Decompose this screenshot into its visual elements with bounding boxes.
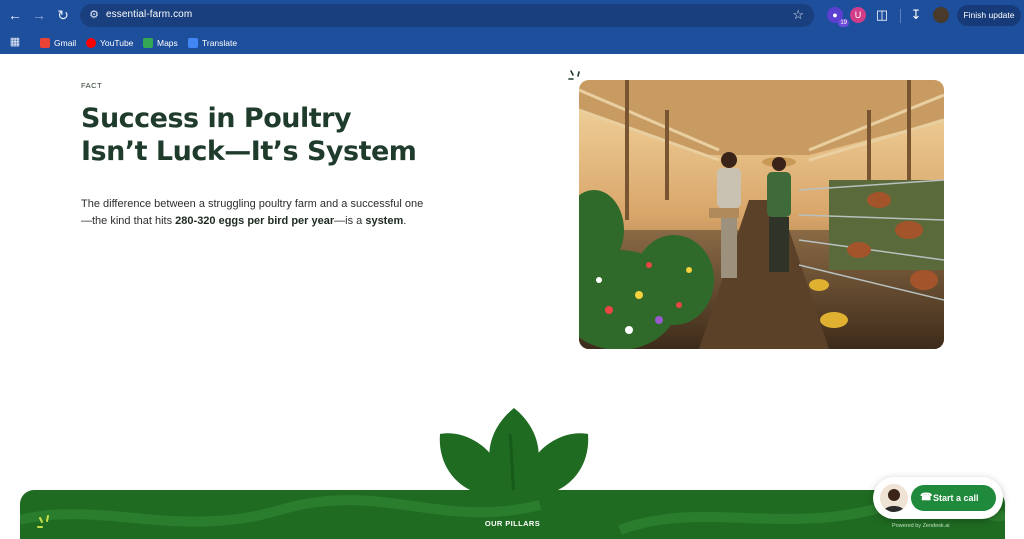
extension-badge: 19 — [838, 19, 849, 27]
gmail-icon — [40, 38, 50, 48]
band-pattern — [20, 494, 1005, 535]
paragraph-text: . — [403, 214, 407, 227]
address-bar[interactable]: ⚙ essential-farm.com ☆ — [80, 4, 814, 27]
shield-extension-icon[interactable]: U — [850, 7, 866, 23]
extension-icon[interactable]: ● 19 — [827, 7, 849, 27]
apps-grid-icon[interactable]: ▦ — [7, 34, 23, 50]
download-icon[interactable]: ↧ — [908, 7, 924, 23]
bookmark-label: YouTube — [100, 38, 134, 48]
translate-icon — [188, 38, 198, 48]
paragraph-text: —is a — [334, 214, 366, 227]
section-label: OUR PILLARS — [484, 519, 541, 528]
bookmark-youtube[interactable]: YouTube — [86, 36, 133, 50]
leaf-ornament — [439, 408, 589, 502]
maps-icon — [143, 38, 153, 48]
powered-by-text: Powered by Zendesk.ai — [892, 523, 950, 529]
paragraph-emphasis: 280-320 eggs per bird per year — [175, 214, 335, 227]
bookmark-gmail[interactable]: Gmail — [40, 36, 76, 50]
intro-paragraph: The difference between a struggling poul… — [81, 196, 426, 229]
phone-icon: ☎ — [920, 492, 933, 503]
url-text[interactable]: essential-farm.com — [106, 9, 192, 20]
reload-icon[interactable]: ↻ — [55, 7, 71, 23]
pillars-section: OUR PILLARS — [20, 490, 1005, 539]
paragraph-emphasis: system — [365, 214, 404, 227]
bookmark-translate[interactable]: Translate — [188, 36, 237, 50]
youtube-icon — [86, 38, 96, 48]
call-widget: ☎ Start a call — [873, 477, 1003, 519]
bookmark-label: Translate — [202, 38, 238, 48]
finish-update-button[interactable]: Finish update — [957, 5, 1021, 26]
bookmarks-bar: ▦ Gmail YouTube Maps Translate — [0, 31, 1024, 54]
toolbar-divider — [900, 9, 901, 23]
bookmark-label: Gmail — [54, 38, 77, 48]
bookmark-label: Maps — [157, 38, 178, 48]
site-settings-icon[interactable]: ⚙ — [87, 8, 101, 22]
eyebrow-label: FACT — [81, 81, 103, 90]
page-headline: Success in Poultry Isn’t Luck—It’s Syste… — [81, 103, 417, 167]
forward-icon[interactable]: → — [31, 7, 47, 23]
poultry-house-photo — [579, 80, 944, 349]
back-icon[interactable]: ← — [7, 7, 23, 23]
start-call-label: Start a call — [933, 493, 979, 503]
puzzle-extensions-icon[interactable]: ◫ — [874, 7, 890, 23]
bookmark-star-icon[interactable]: ☆ — [792, 7, 804, 23]
profile-avatar[interactable] — [933, 7, 949, 23]
browser-toolbar: ← → ↻ ⚙ essential-farm.com ☆ ● 19 U ◫ ↧ F… — [0, 0, 1024, 31]
start-call-button[interactable]: ☎ Start a call — [911, 485, 996, 511]
agent-avatar — [880, 484, 908, 512]
bookmark-maps[interactable]: Maps — [143, 36, 178, 50]
